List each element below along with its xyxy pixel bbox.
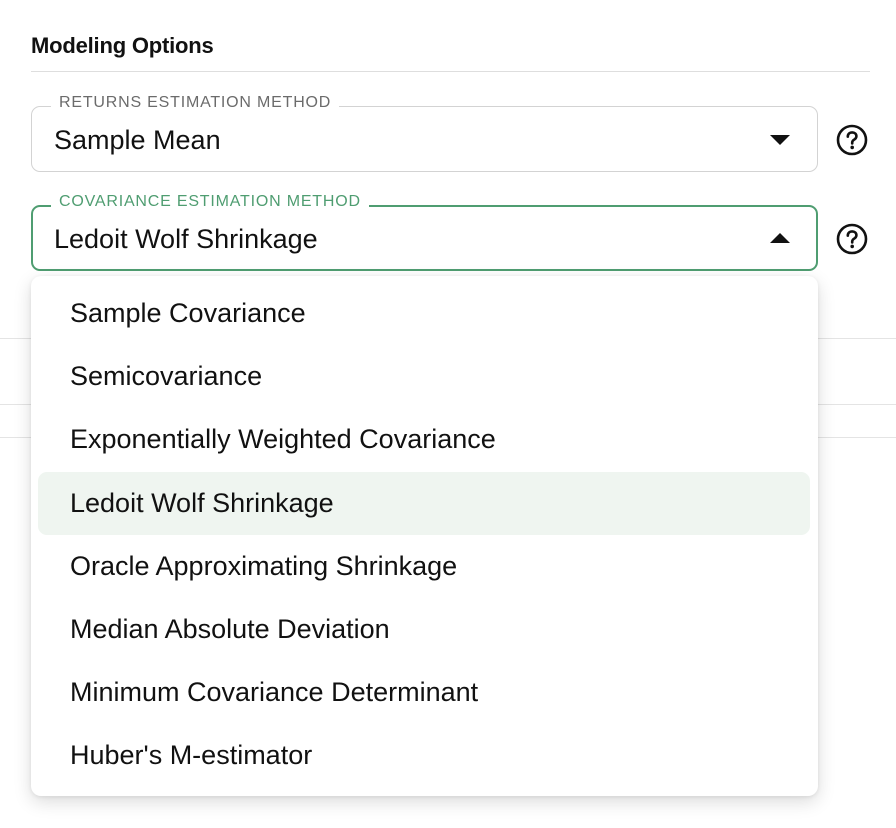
returns-estimation-label: RETURNS ESTIMATION METHOD bbox=[51, 93, 340, 113]
caret-up-icon bbox=[770, 233, 790, 243]
menu-option-semicovariance[interactable]: Semicovariance bbox=[38, 345, 810, 408]
covariance-estimation-label: COVARIANCE ESTIMATION METHOD bbox=[51, 192, 369, 212]
section-divider bbox=[31, 71, 870, 72]
menu-option-sample-covariance[interactable]: Sample Covariance bbox=[38, 282, 810, 345]
caret-down-icon bbox=[770, 135, 790, 145]
menu-option-minimum-covariance-determinant[interactable]: Minimum Covariance Determinant bbox=[38, 661, 810, 724]
returns-estimation-value: Sample Mean bbox=[54, 125, 221, 155]
covariance-estimation-select[interactable]: COVARIANCE ESTIMATION METHOD Ledoit Wolf… bbox=[31, 192, 818, 271]
covariance-estimation-value: Ledoit Wolf Shrinkage bbox=[54, 224, 318, 254]
returns-estimation-select[interactable]: RETURNS ESTIMATION METHOD Sample Mean bbox=[31, 93, 818, 172]
menu-option-median-absolute-deviation[interactable]: Median Absolute Deviation bbox=[38, 598, 810, 661]
section-title: Modeling Options bbox=[31, 33, 214, 58]
menu-option-ledoit-wolf-shrinkage[interactable]: Ledoit Wolf Shrinkage bbox=[38, 472, 810, 535]
menu-option-hubers-m-estimator[interactable]: Huber's M-estimator bbox=[38, 724, 810, 787]
help-circle-icon[interactable] bbox=[836, 223, 868, 255]
covariance-options-menu: Sample Covariance Semicovariance Exponen… bbox=[31, 276, 818, 796]
help-circle-icon[interactable] bbox=[836, 124, 868, 156]
menu-option-oracle-approximating-shrinkage[interactable]: Oracle Approximating Shrinkage bbox=[38, 535, 810, 598]
menu-option-exponentially-weighted-covariance[interactable]: Exponentially Weighted Covariance bbox=[38, 408, 810, 471]
modeling-options-panel: Modeling Options RETURNS ESTIMATION METH… bbox=[0, 0, 896, 828]
